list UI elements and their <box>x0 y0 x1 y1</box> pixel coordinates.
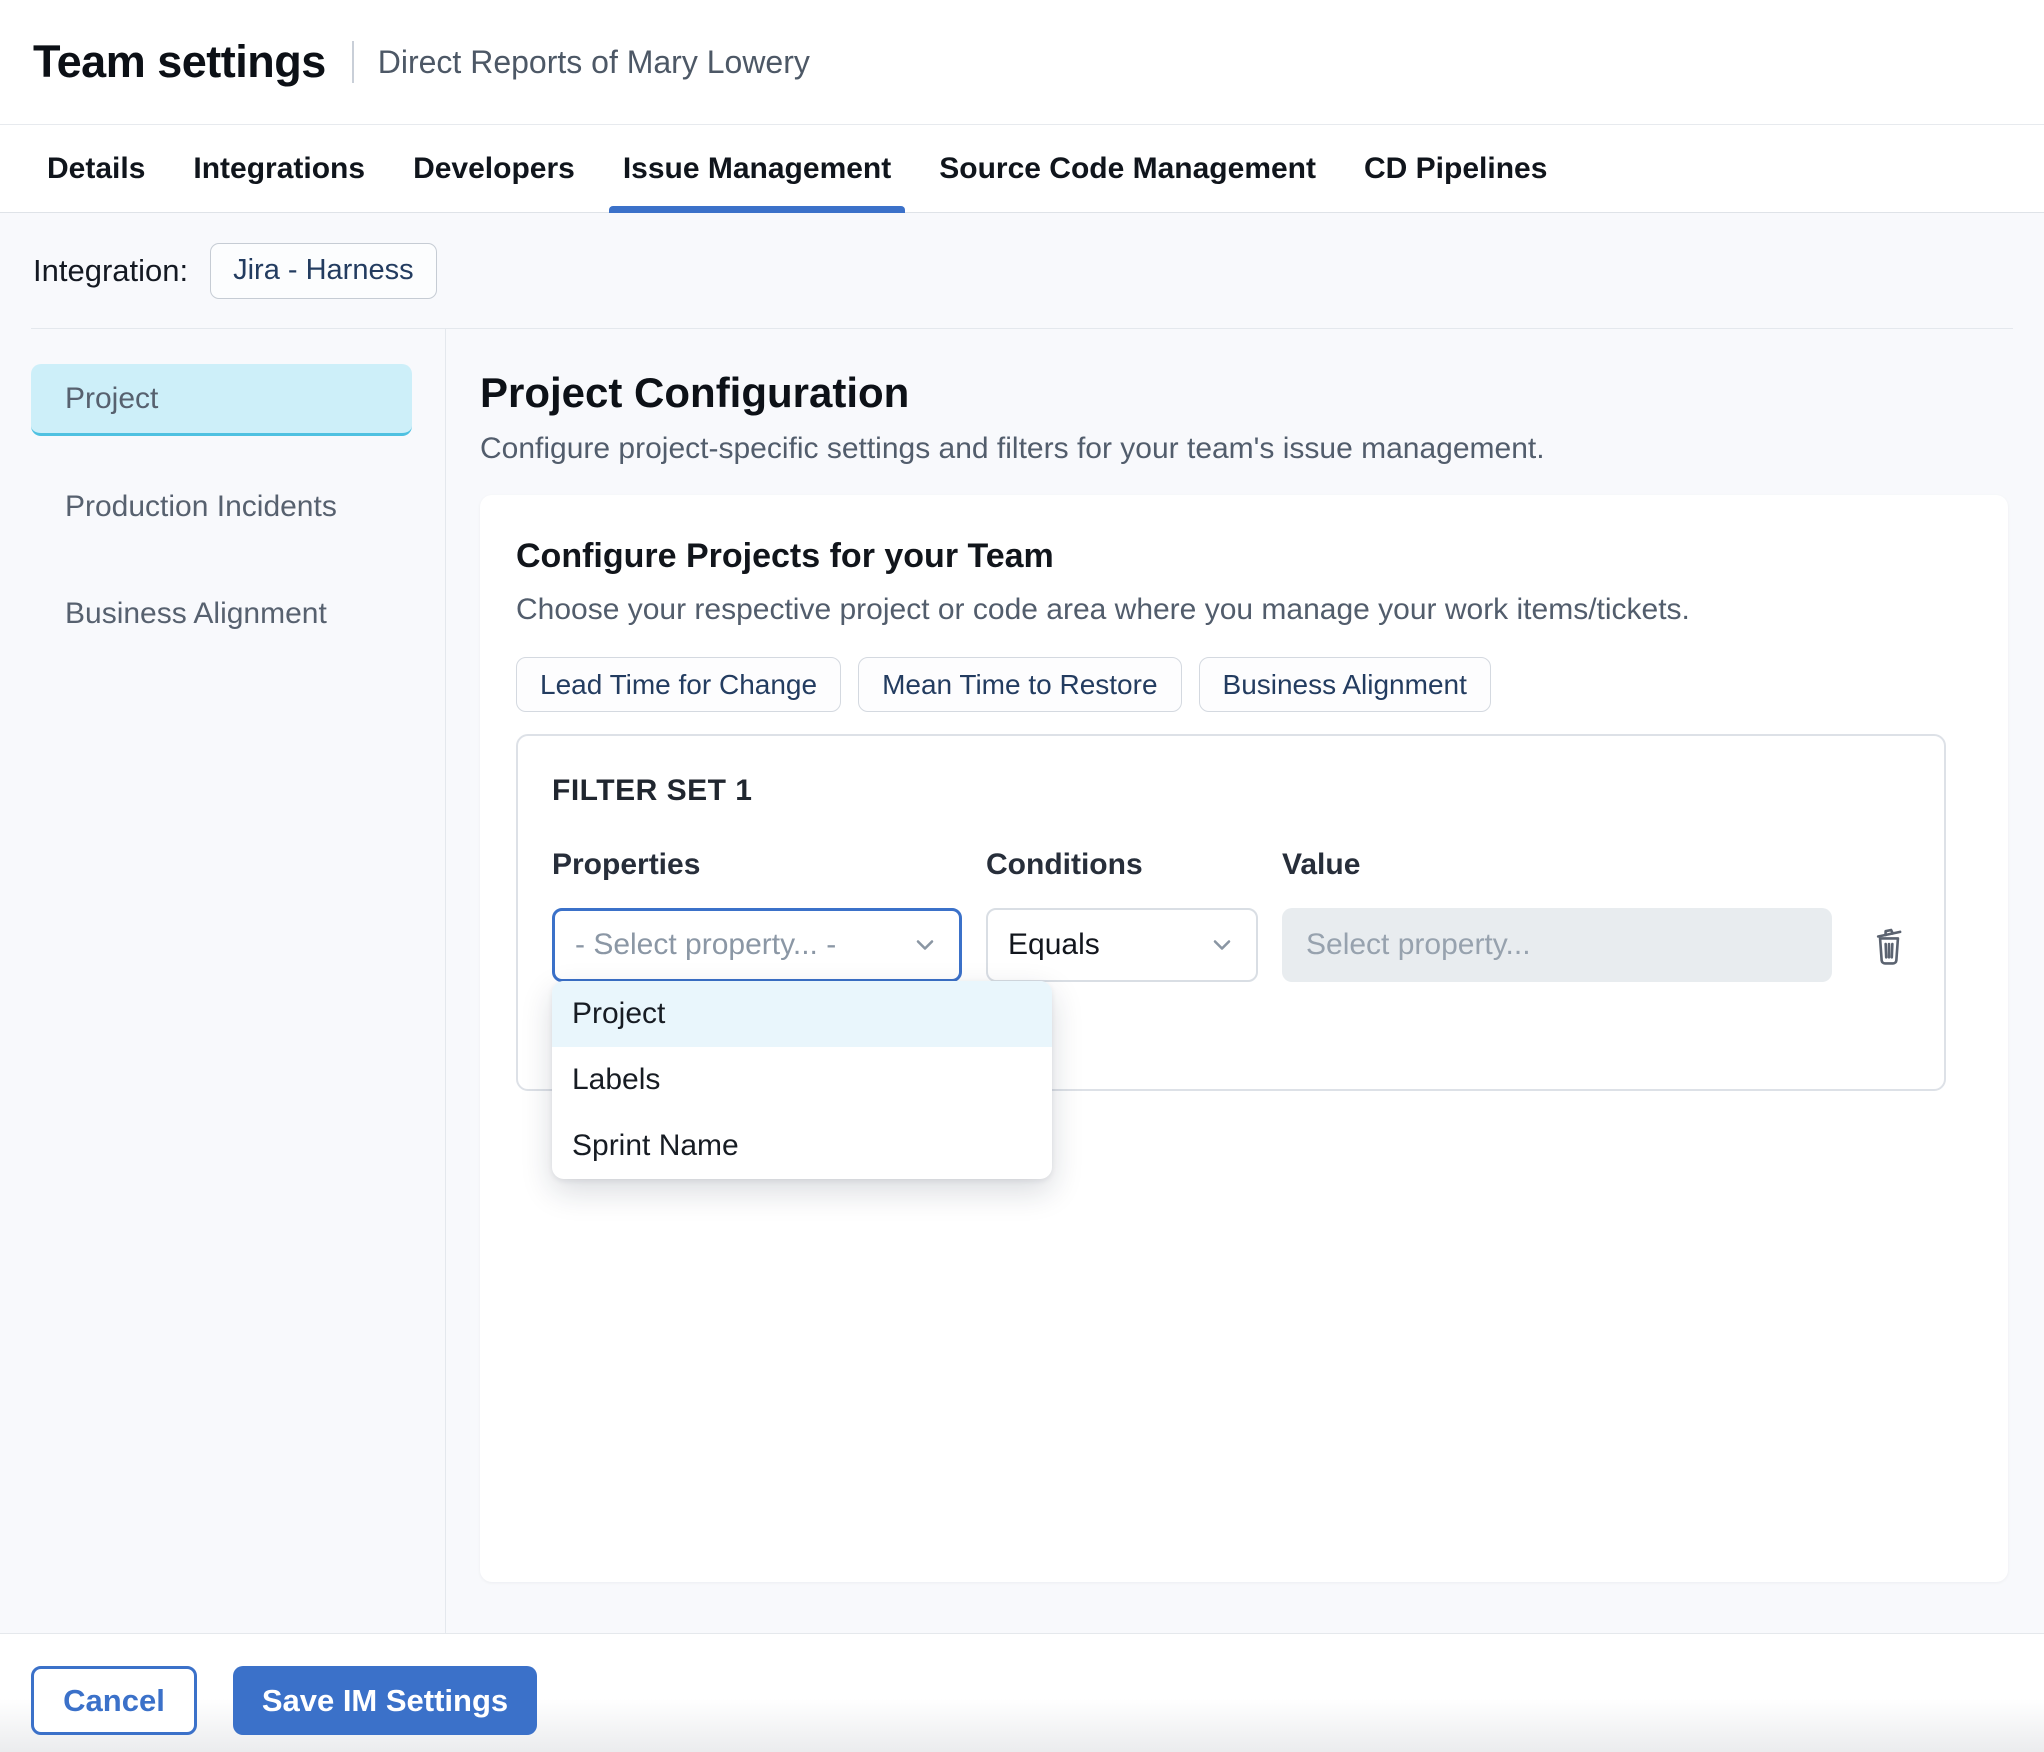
metric-chip-row: Lead Time for Change Mean Time to Restor… <box>516 657 1972 712</box>
chip-lead-time-for-change[interactable]: Lead Time for Change <box>516 657 842 712</box>
trash-icon <box>1868 921 1910 967</box>
chip-business-alignment[interactable]: Business Alignment <box>1198 657 1491 712</box>
property-dropdown: Project Labels Sprint Name <box>552 981 1052 1179</box>
card-subtitle: Choose your respective project or code a… <box>516 593 1690 626</box>
tab-cd-pipelines[interactable]: CD Pipelines <box>1350 125 1561 212</box>
configure-projects-card: Configure Projects for your Team Choose … <box>480 495 2008 1582</box>
column-header-value: Value <box>1282 848 1361 881</box>
sidebar-item-business-alignment[interactable]: Business Alignment <box>31 578 412 650</box>
page-header: Team settings Direct Reports of Mary Low… <box>0 0 2044 125</box>
value-input[interactable]: Select property... <box>1282 908 1832 982</box>
settings-body: Project Production Incidents Business Al… <box>0 329 2044 1633</box>
tab-issue-management[interactable]: Issue Management <box>608 125 906 213</box>
condition-select-value: Equals <box>1008 928 1100 961</box>
footer-actionbar: Cancel Save IM Settings <box>0 1633 2044 1752</box>
column-header-conditions: Conditions <box>986 848 1143 881</box>
cancel-button[interactable]: Cancel <box>31 1666 197 1735</box>
property-select[interactable]: - Select property... - Project Labels Sp… <box>552 908 1052 1179</box>
delete-filter-button[interactable] <box>1864 917 1914 974</box>
settings-tabbar: Details Integrations Developers Issue Ma… <box>0 125 2044 213</box>
sidebar-item-label: Business Alignment <box>65 597 327 630</box>
dropdown-option-labels[interactable]: Labels <box>552 1047 1052 1113</box>
tab-developers[interactable]: Developers <box>399 125 589 212</box>
sidebar-item-label: Production Incidents <box>65 490 337 523</box>
tab-details[interactable]: Details <box>33 125 159 212</box>
tab-integrations[interactable]: Integrations <box>179 125 379 212</box>
filter-set-title: FILTER SET 1 <box>552 774 753 807</box>
dropdown-option-sprint-name[interactable]: Sprint Name <box>552 1113 1052 1179</box>
team-settings-page: Team settings Direct Reports of Mary Low… <box>0 0 2044 1752</box>
filter-set-1: FILTER SET 1 Properties Conditions Value… <box>516 734 1946 1179</box>
chevron-down-icon <box>911 931 939 959</box>
chip-mean-time-to-restore[interactable]: Mean Time to Restore <box>858 657 1182 712</box>
team-name-subtitle: Direct Reports of Mary Lowery <box>377 43 810 80</box>
sidebar-item-production-incidents[interactable]: Production Incidents <box>31 471 412 543</box>
filter-grid: Properties Conditions Value - Select pro… <box>552 848 1910 1179</box>
value-input-placeholder: Select property... <box>1306 928 1531 961</box>
column-header-properties: Properties <box>552 848 701 881</box>
main-panel: Project Configuration Configure project-… <box>446 329 2044 1633</box>
title-separator <box>351 41 354 83</box>
property-select-placeholder: - Select property... - <box>575 928 837 961</box>
content-area: Integration: Jira - Harness Project Prod… <box>0 213 2044 1633</box>
condition-select[interactable]: Equals <box>986 908 1258 982</box>
integration-chip-jira-harness[interactable]: Jira - Harness <box>210 242 437 299</box>
save-im-settings-button[interactable]: Save IM Settings <box>233 1666 537 1735</box>
dropdown-option-project[interactable]: Project <box>552 981 1052 1047</box>
card-title: Configure Projects for your Team <box>516 537 1054 575</box>
sidebar-item-project[interactable]: Project <box>31 364 412 436</box>
integration-label: Integration: <box>33 252 189 288</box>
tab-source-code-management[interactable]: Source Code Management <box>925 125 1330 212</box>
section-title: Project Configuration <box>480 369 910 416</box>
page-title: Team settings <box>33 36 326 87</box>
settings-sidebar: Project Production Incidents Business Al… <box>0 329 446 1633</box>
chevron-down-icon <box>1208 931 1236 959</box>
integration-row: Integration: Jira - Harness <box>0 213 2044 328</box>
sidebar-item-label: Project <box>65 381 159 415</box>
section-subtitle: Configure project-specific settings and … <box>480 432 1545 465</box>
